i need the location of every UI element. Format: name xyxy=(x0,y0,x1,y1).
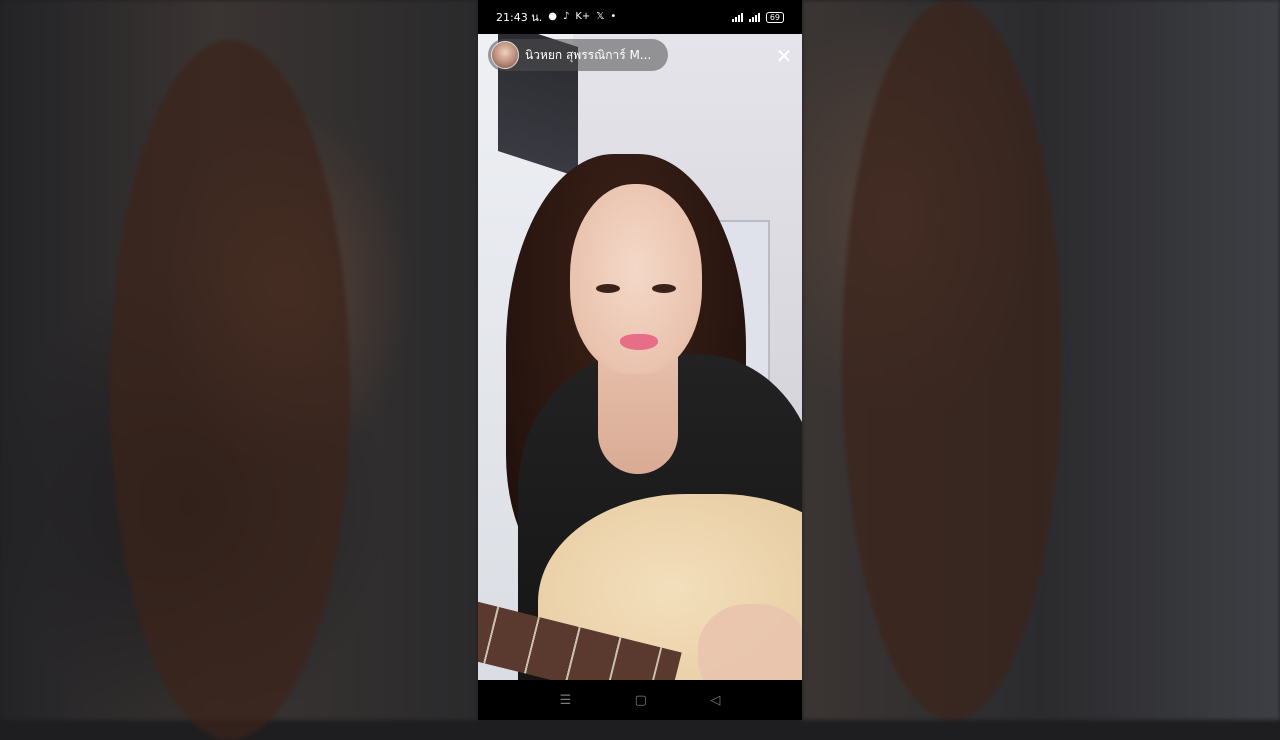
tiktok-icon: ♪ xyxy=(562,11,570,22)
x-icon: 𝕏 xyxy=(596,11,605,22)
right-eye xyxy=(652,284,676,293)
left-eye xyxy=(596,284,620,293)
k-plus-icon: K+ xyxy=(575,11,591,22)
status-left: 21:43 น. ● ♪ K+ 𝕏 • xyxy=(496,8,616,26)
phone-screen: 21:43 น. ● ♪ K+ 𝕏 • 69 นิวหยก สุพรรณิการ… xyxy=(478,0,802,720)
back-icon[interactable]: ◁ xyxy=(710,693,720,708)
signal-icon xyxy=(731,12,743,22)
status-right: 69 xyxy=(731,11,784,23)
blurred-background-left xyxy=(0,0,478,740)
line-icon: ● xyxy=(548,11,557,22)
profile-pill[interactable]: นิวหยก สุพรรณิการ์ M... xyxy=(488,39,668,71)
home-icon[interactable]: ▢ xyxy=(635,693,647,708)
background-hair-shape xyxy=(842,0,1062,720)
navigation-bar: ☰ ▢ ◁ xyxy=(478,680,802,720)
status-bar: 21:43 น. ● ♪ K+ 𝕏 • 69 xyxy=(478,0,802,34)
background-hair-shape xyxy=(110,40,350,740)
profile-name[interactable]: นิวหยก สุพรรณิการ์ M... xyxy=(525,46,651,65)
mouth xyxy=(620,334,658,350)
battery-icon: 69 xyxy=(765,11,784,23)
close-icon[interactable]: ✕ xyxy=(772,44,796,68)
recents-icon[interactable]: ☰ xyxy=(560,693,572,708)
avatar[interactable] xyxy=(491,41,519,69)
signal-icon-2 xyxy=(748,12,760,22)
status-time: 21:43 น. xyxy=(496,11,543,24)
hand xyxy=(698,604,802,680)
face xyxy=(570,184,702,374)
dot-icon: • xyxy=(610,11,617,22)
blurred-background-right xyxy=(802,0,1280,720)
live-video[interactable] xyxy=(478,34,802,680)
